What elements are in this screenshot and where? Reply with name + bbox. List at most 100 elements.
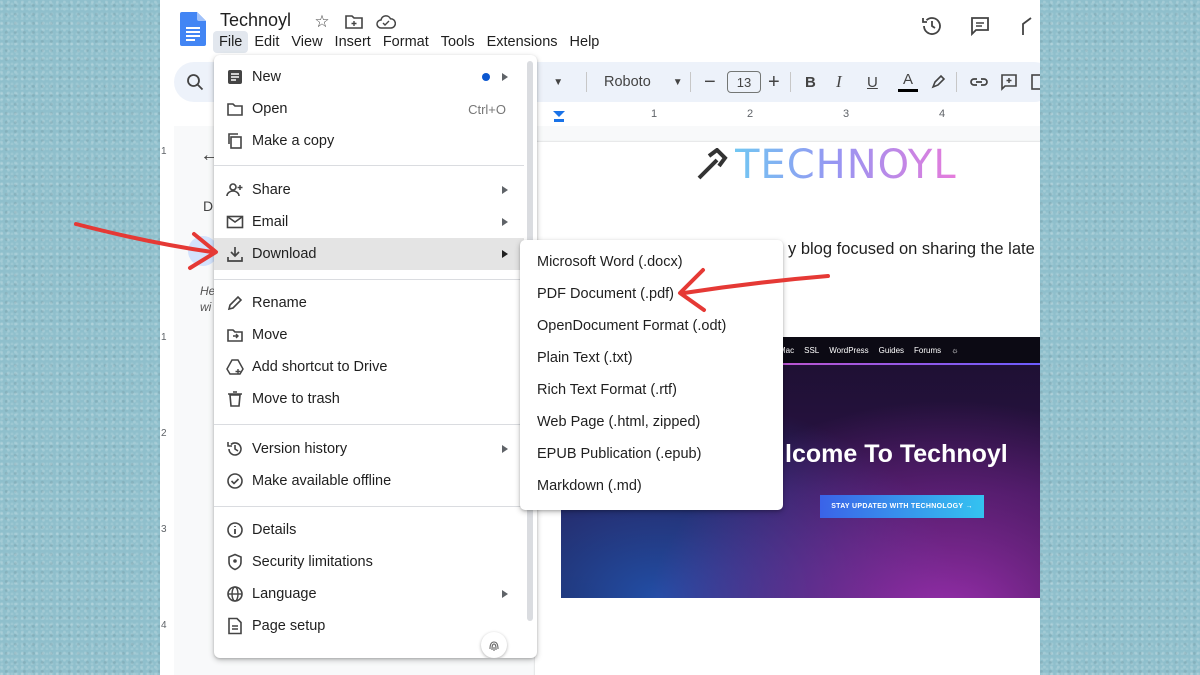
menu-item-page-setup[interactable]: Page setup <box>214 610 524 642</box>
insert-link-icon[interactable] <box>970 62 988 102</box>
menu-item-add-shortcut[interactable]: Add shortcut to Drive <box>214 351 524 383</box>
menu-item-share[interactable]: Share <box>214 174 524 206</box>
menu-extensions[interactable]: Extensions <box>481 31 564 53</box>
download-docx[interactable]: Microsoft Word (.docx) <box>520 246 783 278</box>
download-option-label: OpenDocument Format (.odt) <box>537 318 727 334</box>
sun-icon: ☼ <box>951 345 959 355</box>
horizontal-ruler[interactable]: 1 2 3 4 <box>535 106 1040 126</box>
menu-item-move-to-trash[interactable]: Move to trash <box>214 383 524 415</box>
copy-icon <box>228 133 242 149</box>
download-html[interactable]: Web Page (.html, zipped) <box>520 406 783 438</box>
search-menus-icon[interactable] <box>186 62 204 102</box>
italic-icon[interactable]: I <box>836 62 842 102</box>
menu-item-email[interactable]: Email <box>214 206 524 238</box>
highlight-pen-icon[interactable] <box>930 62 946 102</box>
increase-font-size-button[interactable]: + <box>768 62 780 102</box>
submenu-arrow-icon <box>502 445 508 453</box>
download-odt[interactable]: OpenDocument Format (.odt) <box>520 310 783 342</box>
download-option-label: EPUB Publication (.epub) <box>537 446 702 462</box>
menu-item-make-available-offline[interactable]: Make available offline <box>214 465 524 497</box>
meet-icon[interactable] <box>1016 14 1040 38</box>
menu-item-make-a-copy[interactable]: Make a copy <box>214 125 524 157</box>
menu-divider <box>214 165 524 166</box>
fingerprint-icon[interactable] <box>481 632 507 658</box>
submenu-arrow-icon <box>502 73 508 81</box>
decrease-font-size-button[interactable]: − <box>704 62 716 102</box>
menu-format[interactable]: Format <box>377 31 435 53</box>
menu-file[interactable]: File <box>213 31 249 53</box>
menu-divider <box>214 424 524 425</box>
download-pdf[interactable]: PDF Document (.pdf) <box>520 278 783 310</box>
insert-image-icon[interactable] <box>1031 62 1040 102</box>
menu-item-label: Language <box>252 586 317 602</box>
document-title[interactable]: Technoyl <box>220 10 291 31</box>
menu-item-details[interactable]: Details <box>214 514 524 546</box>
technoyl-logo-icon <box>697 148 728 180</box>
download-icon <box>227 247 243 262</box>
title-actions: ☆ <box>311 11 397 33</box>
font-size-field[interactable]: 13 <box>727 62 761 102</box>
email-icon <box>226 215 244 229</box>
menu-bar: File Edit View Insert Format Tools Exten… <box>213 31 605 53</box>
menu-help[interactable]: Help <box>564 31 606 53</box>
bold-icon[interactable]: B <box>805 62 816 102</box>
page-icon <box>228 617 242 635</box>
google-docs-logo-icon[interactable] <box>180 12 206 46</box>
version-history-icon[interactable] <box>920 14 944 38</box>
menu-tools[interactable]: Tools <box>435 31 481 53</box>
underline-icon[interactable]: U <box>867 62 878 102</box>
menu-item-open[interactable]: Open Ctrl+O <box>214 93 524 125</box>
submenu-arrow-icon <box>502 590 508 598</box>
chevron-down-icon: ▼ <box>553 76 564 88</box>
menu-item-security-limitations[interactable]: Security limitations <box>214 546 524 578</box>
menu-item-version-history[interactable]: Version history <box>214 433 524 465</box>
add-comment-icon[interactable] <box>1000 62 1018 102</box>
body-paragraph[interactable]: y blog focused on sharing the late <box>788 240 1035 259</box>
toolbar-divider <box>790 72 791 92</box>
submenu-arrow-icon <box>502 186 508 194</box>
technoyl-logo-text: TECHNOYL <box>735 142 957 188</box>
vertical-ruler[interactable]: 1 1 2 3 4 <box>160 126 174 675</box>
move-to-folder-icon[interactable] <box>343 11 365 33</box>
download-option-label: PDF Document (.pdf) <box>537 286 674 302</box>
menu-item-new[interactable]: New <box>214 61 524 93</box>
download-option-label: Microsoft Word (.docx) <box>537 254 683 270</box>
download-rtf[interactable]: Rich Text Format (.rtf) <box>520 374 783 406</box>
menu-divider <box>214 506 524 507</box>
menu-item-label: Move to trash <box>252 391 340 407</box>
menu-edit[interactable]: Edit <box>248 31 285 53</box>
pencil-icon <box>227 295 243 311</box>
menu-item-download[interactable]: Download <box>214 238 524 270</box>
indent-marker-icon[interactable] <box>553 111 565 123</box>
offline-check-icon <box>227 473 243 489</box>
menu-item-language[interactable]: Language <box>214 578 524 610</box>
font-dropdown[interactable]: Roboto ▼ <box>604 62 683 102</box>
download-txt[interactable]: Plain Text (.txt) <box>520 342 783 374</box>
ruler-mark: 4 <box>161 620 167 631</box>
star-icon[interactable]: ☆ <box>311 11 333 33</box>
new-doc-icon <box>228 70 242 84</box>
text-color-icon[interactable]: A <box>898 62 918 102</box>
outline-heading-partial: D <box>203 198 214 214</box>
font-dropdown-label: Roboto <box>604 74 651 90</box>
ruler-mark: 1 <box>161 332 167 343</box>
banner-nav-item: Forums <box>914 345 942 355</box>
menu-insert[interactable]: Insert <box>329 31 377 53</box>
comments-icon[interactable] <box>968 14 992 38</box>
new-indicator-dot <box>482 73 490 81</box>
menu-item-move[interactable]: Move <box>214 319 524 351</box>
menu-item-label: Make a copy <box>252 133 335 149</box>
info-icon <box>227 522 243 538</box>
font-size-value: 13 <box>727 71 761 93</box>
menu-view[interactable]: View <box>285 31 328 53</box>
download-md[interactable]: Markdown (.md) <box>520 470 783 502</box>
banner-title: lcome To Technoyl <box>785 440 1008 468</box>
header-actions <box>920 14 1040 38</box>
share-person-icon <box>226 183 243 197</box>
cloud-saved-icon[interactable] <box>375 11 397 33</box>
menu-item-rename[interactable]: Rename <box>214 287 524 319</box>
menu-item-label: Version history <box>252 441 348 457</box>
menu-item-label: New <box>252 69 282 85</box>
download-epub[interactable]: EPUB Publication (.epub) <box>520 438 783 470</box>
menu-item-label: Move <box>252 327 288 343</box>
